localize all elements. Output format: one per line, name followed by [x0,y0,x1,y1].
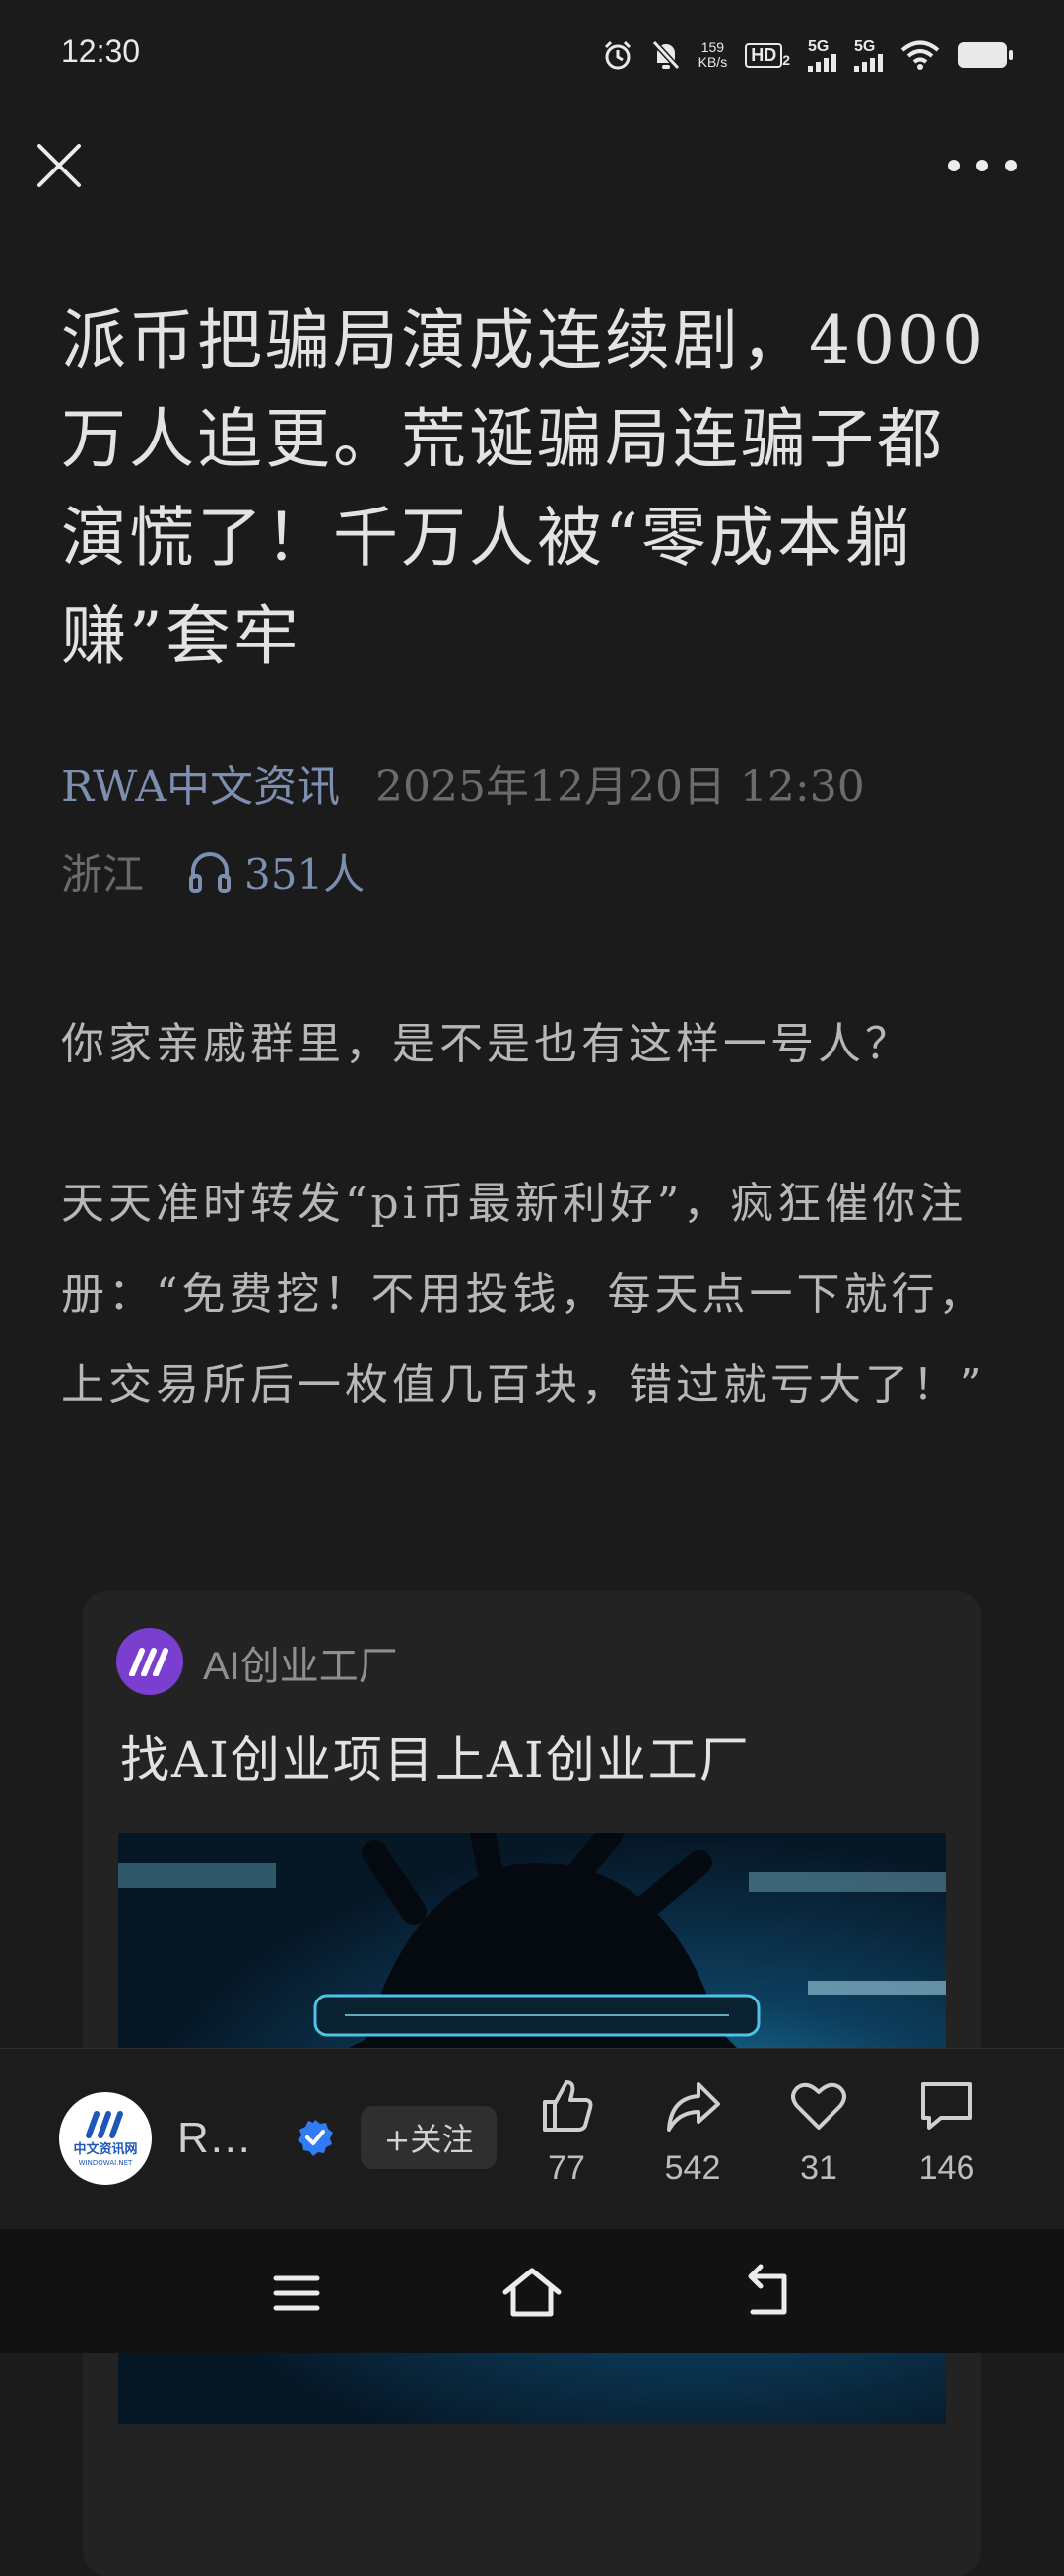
ad-brand-icon [129,1648,168,1676]
share-button[interactable]: 542 [638,2076,747,2188]
favorite-button[interactable]: 31 [765,2076,873,2188]
thumbs-up-icon [543,2080,593,2132]
more-options-button[interactable] [948,146,1017,185]
system-navigation-bar [0,2229,1064,2353]
article-paragraph: 天天准时转发“pi币最新利好”，疯狂催你注册：“免费挖！不用投钱，每天点一下就行… [61,1179,986,1410]
net-speed: 159 KB/s [698,39,728,70]
favorite-count: 31 [800,2149,837,2187]
verified-badge-icon [298,2120,333,2156]
author-link[interactable]: RWA中文资讯 [61,751,340,814]
ad-title[interactable]: 找AI创业项目上AI创业工厂 [120,1721,751,1792]
article-title: 派币把骗局演成连续剧，4000万人追更。荒诞骗局连骗子都演慌了！千万人被“零成本… [61,303,986,674]
wifi-icon [900,40,940,70]
home-icon[interactable] [498,2259,566,2328]
comment-count: 146 [918,2149,975,2187]
status-icons: 159 KB/s HD 2 5G 5G [602,35,1013,75]
mute-bell-icon [651,39,680,71]
more-dots-icon [948,160,960,171]
article-meta-secondary: 浙江 351人 [61,842,365,902]
region-label: 浙江 [61,850,145,899]
menu-icon[interactable] [262,2259,331,2328]
alarm-icon [604,40,631,70]
bottom-action-bar: 中文资讯网 WINDOWAI.NET R… +关注 77 542 31 146 [0,2048,1064,2230]
like-count: 77 [548,2149,585,2187]
headphones-icon[interactable] [187,849,233,895]
article-paragraph: 你家亲戚群里，是不是也有这样一号人？ [61,1019,912,1069]
publisher-avatar[interactable]: 中文资讯网 WINDOWAI.NET [59,2092,152,2185]
like-button[interactable]: 77 [512,2076,621,2188]
listen-count[interactable]: 351人 [244,842,365,902]
close-icon [37,144,81,187]
article-meta: RWA中文资讯 2025年12月20日 12:30 [61,751,865,814]
publisher-logo-subtext: WINDOWAI.NET [79,2159,133,2167]
follow-button[interactable]: +关注 [361,2106,497,2169]
comment-button[interactable]: 146 [893,2076,1001,2188]
publish-date: 2025年12月20日 12:30 [374,762,865,812]
comment-icon [921,2082,972,2130]
hd-indicator: HD 2 [745,42,790,68]
publisher-logo: 中文资讯网 WINDOWAI.NET [73,2111,138,2167]
signal-sim2-icon: 5G [854,38,883,72]
signal-sim1-icon: 5G [808,38,836,72]
battery-icon [958,42,1013,68]
publisher-logo-text: 中文资讯网 [73,2141,137,2157]
share-count: 542 [664,2149,721,2187]
status-time: 12:30 [61,34,141,69]
ad-source-logo [116,1628,183,1695]
close-button[interactable] [30,136,89,195]
ad-source-name: AI创业工厂 [203,1645,398,1688]
share-icon [667,2082,720,2132]
back-icon[interactable] [733,2259,802,2328]
publisher-name[interactable]: R… [177,2114,252,2163]
heart-icon [791,2082,846,2130]
